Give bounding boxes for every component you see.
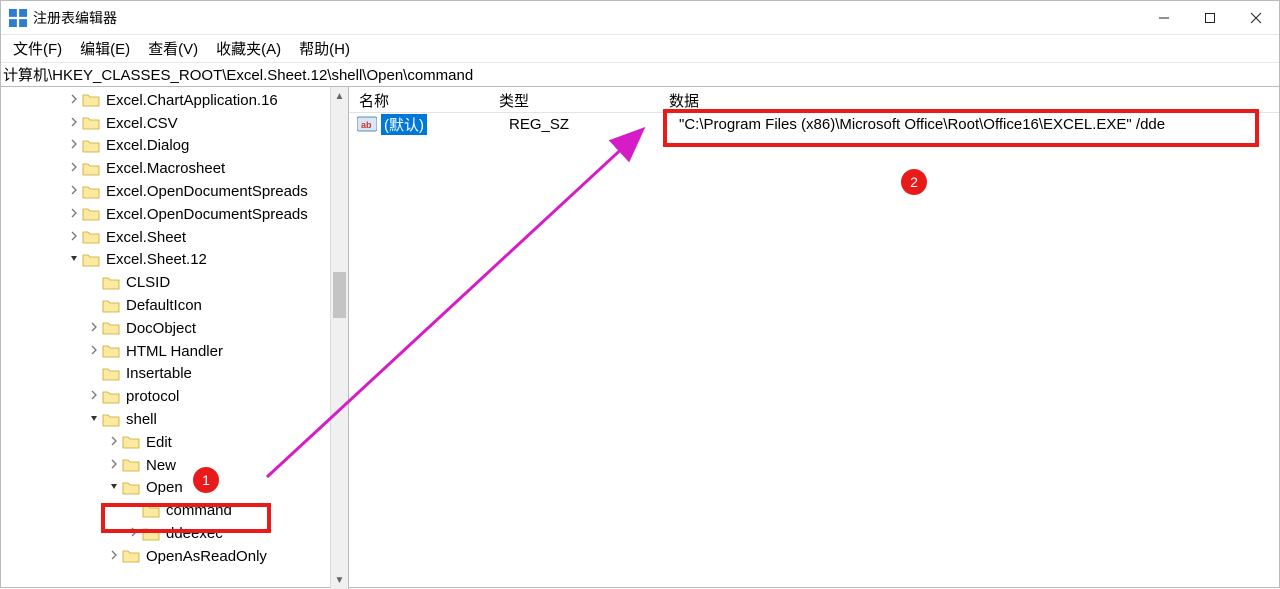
main-content: Excel.ChartApplication.16 Excel.CSV Excel.…	[1, 87, 1279, 589]
expand-arrow-icon[interactable]	[67, 162, 81, 175]
tree-item[interactable]: CLSID	[1, 271, 328, 294]
tree-item-label: Open	[144, 479, 185, 496]
expand-arrow-icon[interactable]	[107, 550, 121, 563]
value-data: "C:\Program Files (x86)\Microsoft Office…	[679, 116, 1269, 133]
svg-text:ab: ab	[361, 120, 372, 130]
tree-item[interactable]: DefaultIcon	[1, 294, 328, 317]
tree-item-label: Edit	[144, 434, 174, 451]
tree-item-label: Excel.CSV	[104, 115, 180, 132]
tree-item[interactable]: Excel.CSV	[1, 112, 328, 135]
tree-item[interactable]: ddeexec	[1, 522, 328, 545]
tree-item[interactable]: New	[1, 454, 328, 477]
menu-file[interactable]: 文件(F)	[5, 36, 70, 61]
expand-arrow-icon[interactable]	[87, 413, 101, 426]
tree-item[interactable]: Excel.OpenDocumentSpreads	[1, 180, 328, 203]
scroll-up-button[interactable]: ▲	[331, 87, 348, 105]
tree-item[interactable]: Excel.ChartApplication.16	[1, 89, 328, 112]
tree-item[interactable]: Excel.Sheet.12	[1, 249, 328, 272]
tree-item[interactable]: Excel.Macrosheet	[1, 157, 328, 180]
value-name: (默认)	[381, 114, 427, 135]
expand-arrow-icon[interactable]	[107, 436, 121, 449]
annotation-badge-1: 1	[193, 467, 219, 493]
tree-item-label: Excel.Sheet	[104, 229, 188, 246]
window-buttons	[1141, 1, 1279, 34]
expand-arrow-icon[interactable]	[107, 459, 121, 472]
tree-item-label: DocObject	[124, 320, 198, 337]
tree-item[interactable]: Excel.OpenDocumentSpreads	[1, 203, 328, 226]
window-title: 注册表编辑器	[33, 8, 1141, 28]
tree-item[interactable]: command	[1, 499, 328, 522]
annotation-badge-2: 2	[901, 169, 927, 195]
tree-item-label: Excel.Sheet.12	[104, 251, 209, 268]
expand-arrow-icon[interactable]	[87, 322, 101, 335]
scroll-down-button[interactable]: ▼	[331, 571, 348, 589]
expand-arrow-icon[interactable]	[127, 527, 141, 540]
menu-view[interactable]: 查看(V)	[140, 36, 206, 61]
tree-item-label: protocol	[124, 388, 181, 405]
tree-item-label: Excel.OpenDocumentSpreads	[104, 183, 310, 200]
tree-item-label: DefaultIcon	[124, 297, 204, 314]
expand-arrow-icon[interactable]	[67, 94, 81, 107]
app-icon	[9, 9, 27, 27]
vertical-scrollbar[interactable]: ▲ ▼	[330, 87, 348, 589]
tree-view[interactable]: Excel.ChartApplication.16 Excel.CSV Excel.…	[1, 87, 328, 589]
tree-item-label: Excel.OpenDocumentSpreads	[104, 206, 310, 223]
tree-item-label: HTML Handler	[124, 343, 225, 360]
menu-bar: 文件(F) 编辑(E) 查看(V) 收藏夹(A) 帮助(H)	[1, 35, 1279, 63]
tree-item-label: shell	[124, 411, 159, 428]
list-pane: 名称 类型 数据 ab (默认) REG_SZ "C:\Program File…	[349, 87, 1279, 589]
menu-help[interactable]: 帮助(H)	[291, 36, 358, 61]
tree-item-label: command	[164, 502, 234, 519]
address-bar	[1, 63, 1279, 87]
tree-item[interactable]: HTML Handler	[1, 340, 328, 363]
minimize-button[interactable]	[1141, 1, 1187, 34]
menu-favorites[interactable]: 收藏夹(A)	[208, 36, 289, 61]
tree-item-label: ddeexec	[164, 525, 225, 542]
tree-item[interactable]: OpenAsReadOnly	[1, 545, 328, 568]
expand-arrow-icon[interactable]	[67, 208, 81, 221]
value-type: REG_SZ	[509, 116, 659, 133]
tree-item[interactable]: Edit	[1, 431, 328, 454]
title-bar: 注册表编辑器	[1, 1, 1279, 35]
expand-arrow-icon[interactable]	[67, 231, 81, 244]
col-header-data[interactable]: 数据	[669, 90, 1279, 111]
tree-item-label: Excel.Macrosheet	[104, 160, 227, 177]
tree-item[interactable]: Excel.Dialog	[1, 135, 328, 158]
tree-item-label: CLSID	[124, 274, 172, 291]
tree-item-label: OpenAsReadOnly	[144, 548, 269, 565]
tree-item-label: Excel.ChartApplication.16	[104, 92, 280, 109]
address-input[interactable]	[3, 66, 1277, 83]
tree-item[interactable]: protocol	[1, 385, 328, 408]
tree-item[interactable]: Excel.Sheet	[1, 226, 328, 249]
tree-item-label: Excel.Dialog	[104, 137, 191, 154]
tree-item[interactable]: Open	[1, 477, 328, 500]
expand-arrow-icon[interactable]	[87, 345, 101, 358]
maximize-button[interactable]	[1187, 1, 1233, 34]
close-button[interactable]	[1233, 1, 1279, 34]
col-header-name[interactable]: 名称	[349, 90, 499, 111]
tree-pane: Excel.ChartApplication.16 Excel.CSV Excel.…	[1, 87, 349, 589]
tree-item[interactable]: Insertable	[1, 363, 328, 386]
col-header-type[interactable]: 类型	[499, 90, 669, 111]
string-value-icon: ab	[357, 115, 377, 133]
expand-arrow-icon[interactable]	[67, 139, 81, 152]
list-row[interactable]: ab (默认) REG_SZ "C:\Program Files (x86)\M…	[349, 113, 1279, 135]
tree-item[interactable]: shell	[1, 408, 328, 431]
menu-edit[interactable]: 编辑(E)	[72, 36, 138, 61]
tree-item-label: New	[144, 457, 178, 474]
expand-arrow-icon[interactable]	[87, 390, 101, 403]
expand-arrow-icon[interactable]	[67, 185, 81, 198]
scroll-thumb[interactable]	[333, 272, 346, 318]
expand-arrow-icon[interactable]	[67, 253, 81, 266]
expand-arrow-icon[interactable]	[107, 481, 121, 494]
list-header: 名称 类型 数据	[349, 87, 1279, 113]
tree-item[interactable]: DocObject	[1, 317, 328, 340]
expand-arrow-icon[interactable]	[67, 117, 81, 130]
tree-item-label: Insertable	[124, 365, 194, 382]
